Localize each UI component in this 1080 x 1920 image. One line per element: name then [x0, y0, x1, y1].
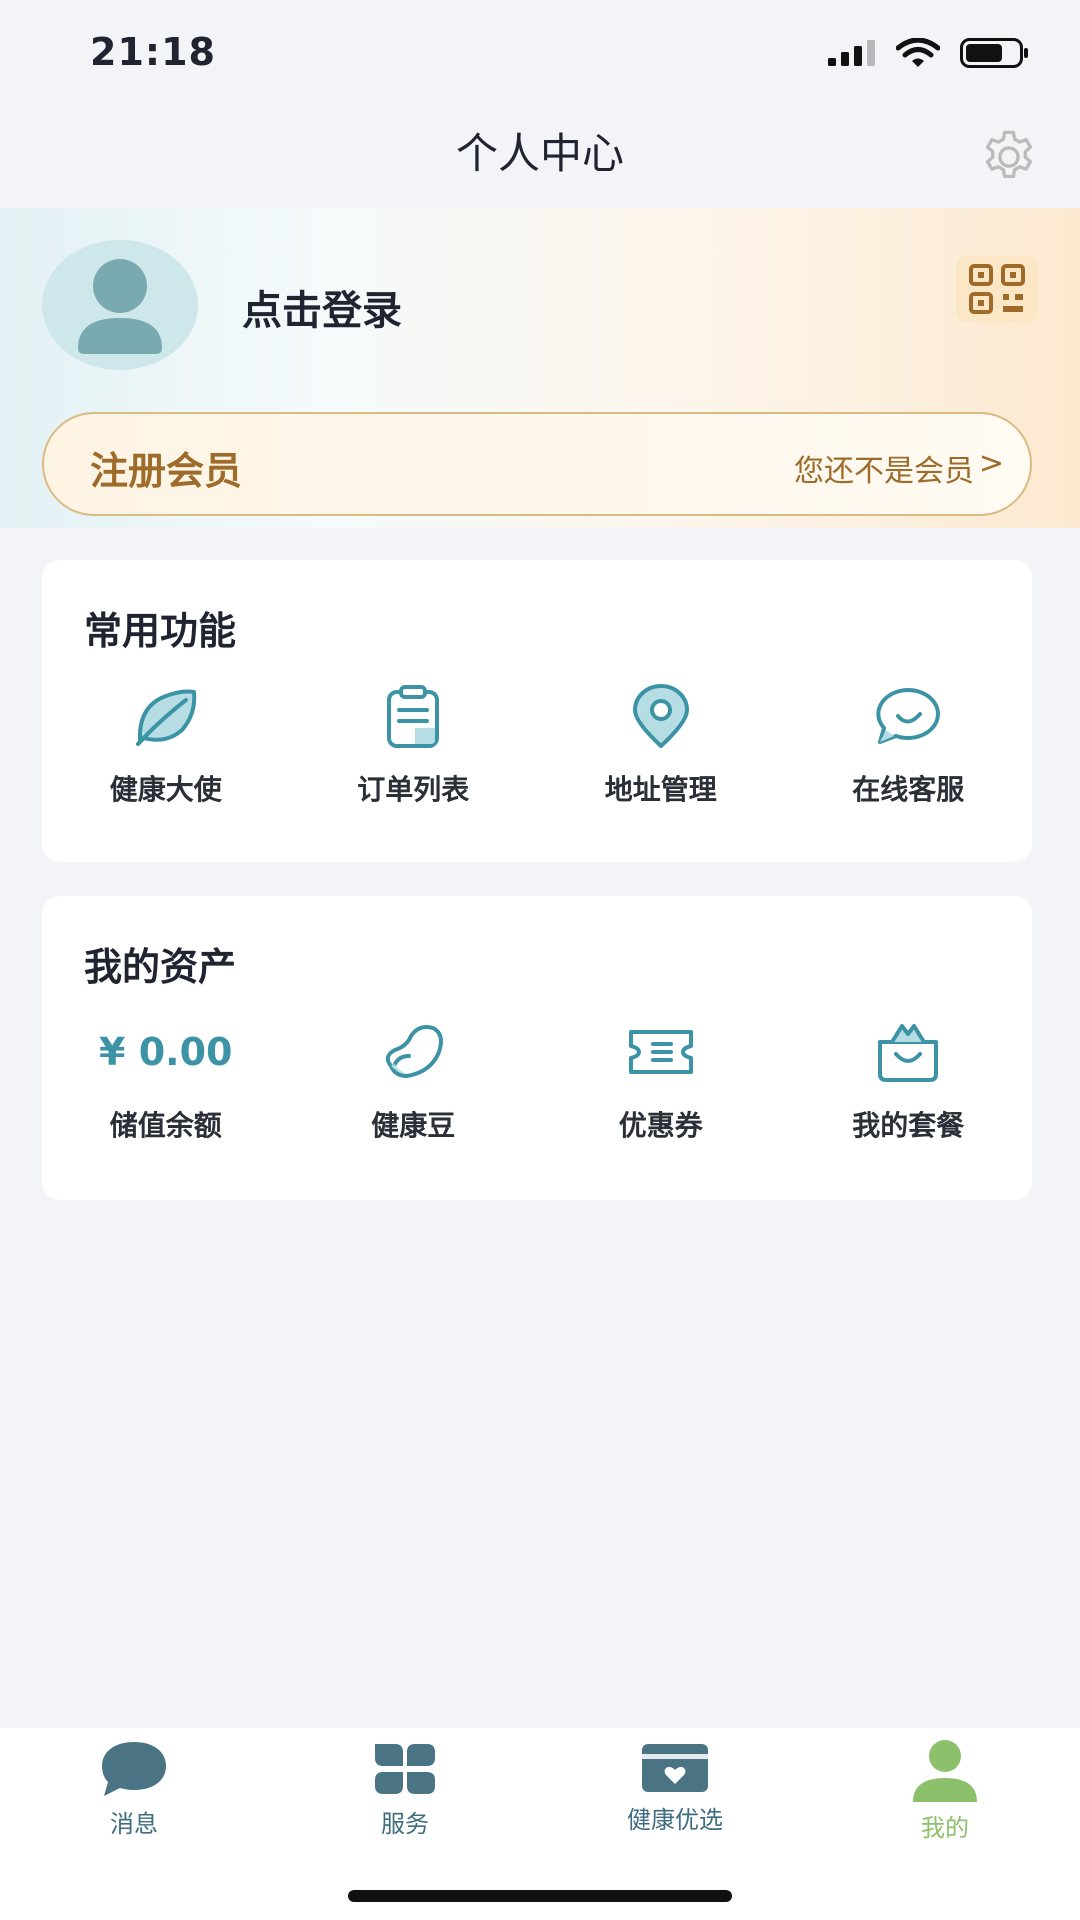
- tab-my-profile[interactable]: 我的: [845, 1738, 1045, 1848]
- section-title: 我的资产: [84, 945, 237, 989]
- tab-health-select[interactable]: 健康优选: [575, 1738, 775, 1848]
- gift-bag-icon: [872, 1020, 944, 1084]
- health-select-icon: [642, 1744, 708, 1792]
- location-pin-icon: [625, 684, 697, 748]
- battery-icon: [960, 38, 1028, 68]
- common-functions-card: 常用功能 健康大使 订单列表 地址管理 在线客服: [42, 560, 1032, 862]
- chevron-right-icon: >: [978, 446, 1004, 481]
- profile-icon: [913, 1740, 977, 1802]
- qr-code-icon: [969, 264, 1025, 314]
- leaf-icon: [130, 684, 202, 748]
- clipboard-icon: [377, 684, 449, 748]
- gear-icon: [985, 130, 1033, 179]
- register-member-bar[interactable]: 注册会员 您还不是会员 >: [42, 412, 1032, 516]
- section-title: 常用功能: [84, 609, 237, 653]
- avatar[interactable]: [42, 240, 198, 370]
- asset-coupons[interactable]: 优惠券: [537, 1020, 785, 1144]
- member-title: 注册会员: [90, 449, 243, 493]
- coupon-icon: [625, 1020, 697, 1084]
- function-order-list[interactable]: 订单列表: [290, 684, 538, 808]
- signal-icon: [828, 40, 875, 66]
- chat-bubble-icon: [872, 684, 944, 748]
- qr-code-button[interactable]: [956, 256, 1038, 322]
- tab-services[interactable]: 服务: [305, 1738, 505, 1848]
- status-time: 21:18: [90, 30, 216, 74]
- message-icon: [102, 1742, 166, 1796]
- asset-health-beans[interactable]: 健康豆: [290, 1020, 538, 1144]
- member-status: 您还不是会员: [794, 454, 974, 489]
- status-icons: [828, 38, 1030, 68]
- page-title: 个人中心: [455, 129, 624, 178]
- settings-button[interactable]: [978, 126, 1040, 188]
- asset-stored-balance[interactable]: ¥ 0.00 储值余额: [42, 1020, 290, 1144]
- balance-value: ¥ 0.00: [99, 1030, 233, 1074]
- asset-my-packages[interactable]: 我的套餐: [785, 1020, 1033, 1144]
- home-indicator[interactable]: [348, 1890, 732, 1902]
- service-grid-icon: [375, 1744, 435, 1794]
- wifi-icon: [896, 38, 940, 67]
- tab-messages[interactable]: 消息: [34, 1738, 234, 1848]
- user-silhouette-icon: [78, 259, 162, 354]
- function-health-ambassador[interactable]: 健康大使: [42, 684, 290, 808]
- login-link[interactable]: 点击登录: [242, 278, 402, 336]
- my-assets-card: 我的资产 ¥ 0.00 储值余额 健康豆 优惠券 我的套餐: [42, 896, 1032, 1200]
- function-online-service[interactable]: 在线客服: [785, 684, 1033, 808]
- function-address-management[interactable]: 地址管理: [537, 684, 785, 808]
- bean-icon: [377, 1020, 449, 1084]
- profile-banner: 点击登录 注册会员 您还不是会员 >: [0, 208, 1080, 528]
- status-bar: 21:18: [0, 0, 1080, 110]
